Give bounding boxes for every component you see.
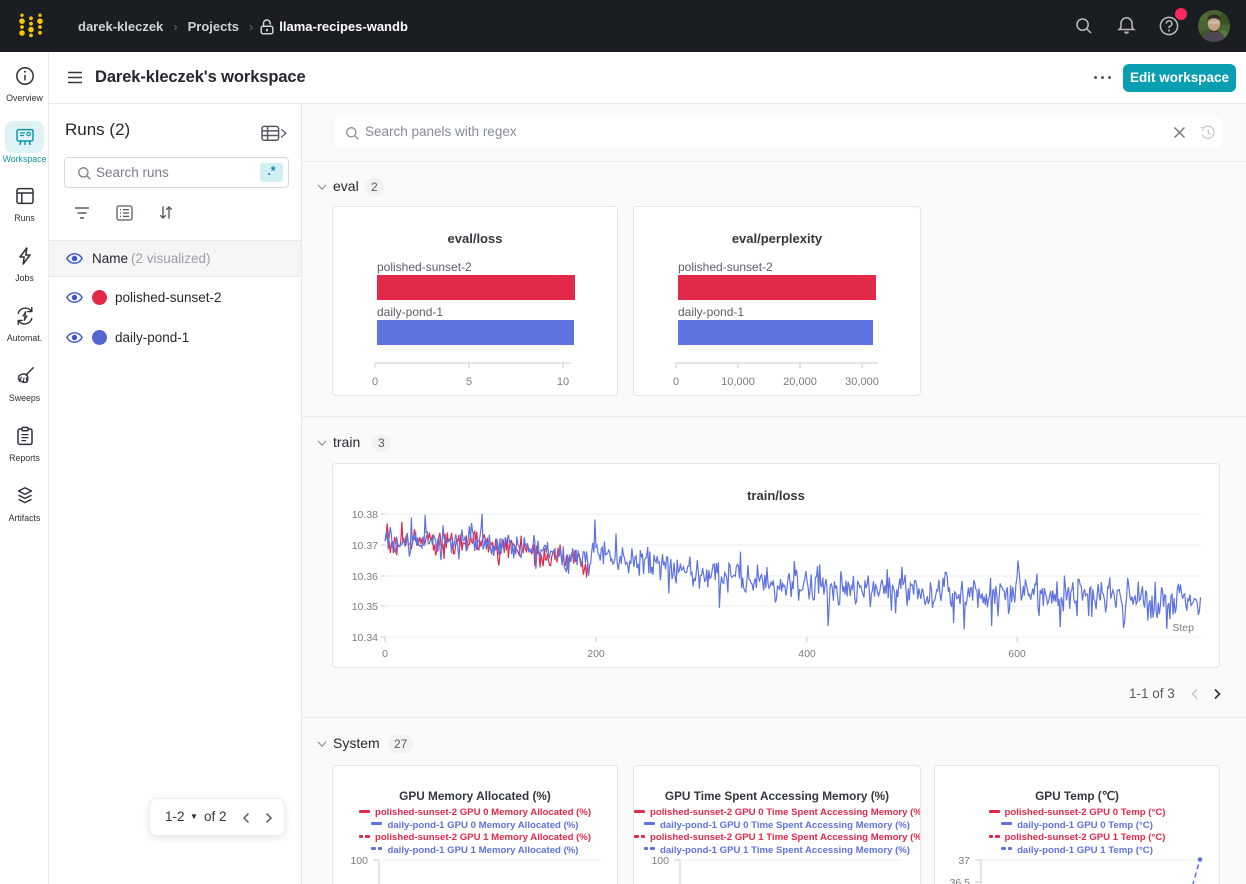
- svg-text:10.36: 10.36: [352, 571, 378, 583]
- svg-text:30,000: 30,000: [845, 376, 879, 388]
- svg-text:20,000: 20,000: [783, 376, 817, 388]
- svg-text:10.37: 10.37: [352, 540, 378, 552]
- svg-text:37: 37: [958, 856, 970, 867]
- svg-text:10.38: 10.38: [352, 509, 378, 521]
- svg-text:10: 10: [557, 376, 569, 388]
- svg-text:100: 100: [651, 856, 669, 867]
- svg-text:0: 0: [372, 376, 378, 388]
- svg-text:0: 0: [673, 376, 679, 388]
- svg-text:5: 5: [466, 376, 472, 388]
- svg-text:10.34: 10.34: [352, 632, 378, 644]
- svg-text:10,000: 10,000: [721, 376, 755, 388]
- svg-text:400: 400: [798, 648, 816, 660]
- svg-text:200: 200: [587, 648, 605, 660]
- svg-text:Step: Step: [1172, 622, 1194, 634]
- svg-text:10.35: 10.35: [352, 601, 378, 613]
- svg-text:36.5: 36.5: [950, 877, 971, 884]
- svg-text:0: 0: [382, 648, 388, 660]
- svg-text:100: 100: [350, 856, 368, 867]
- svg-text:600: 600: [1008, 648, 1026, 660]
